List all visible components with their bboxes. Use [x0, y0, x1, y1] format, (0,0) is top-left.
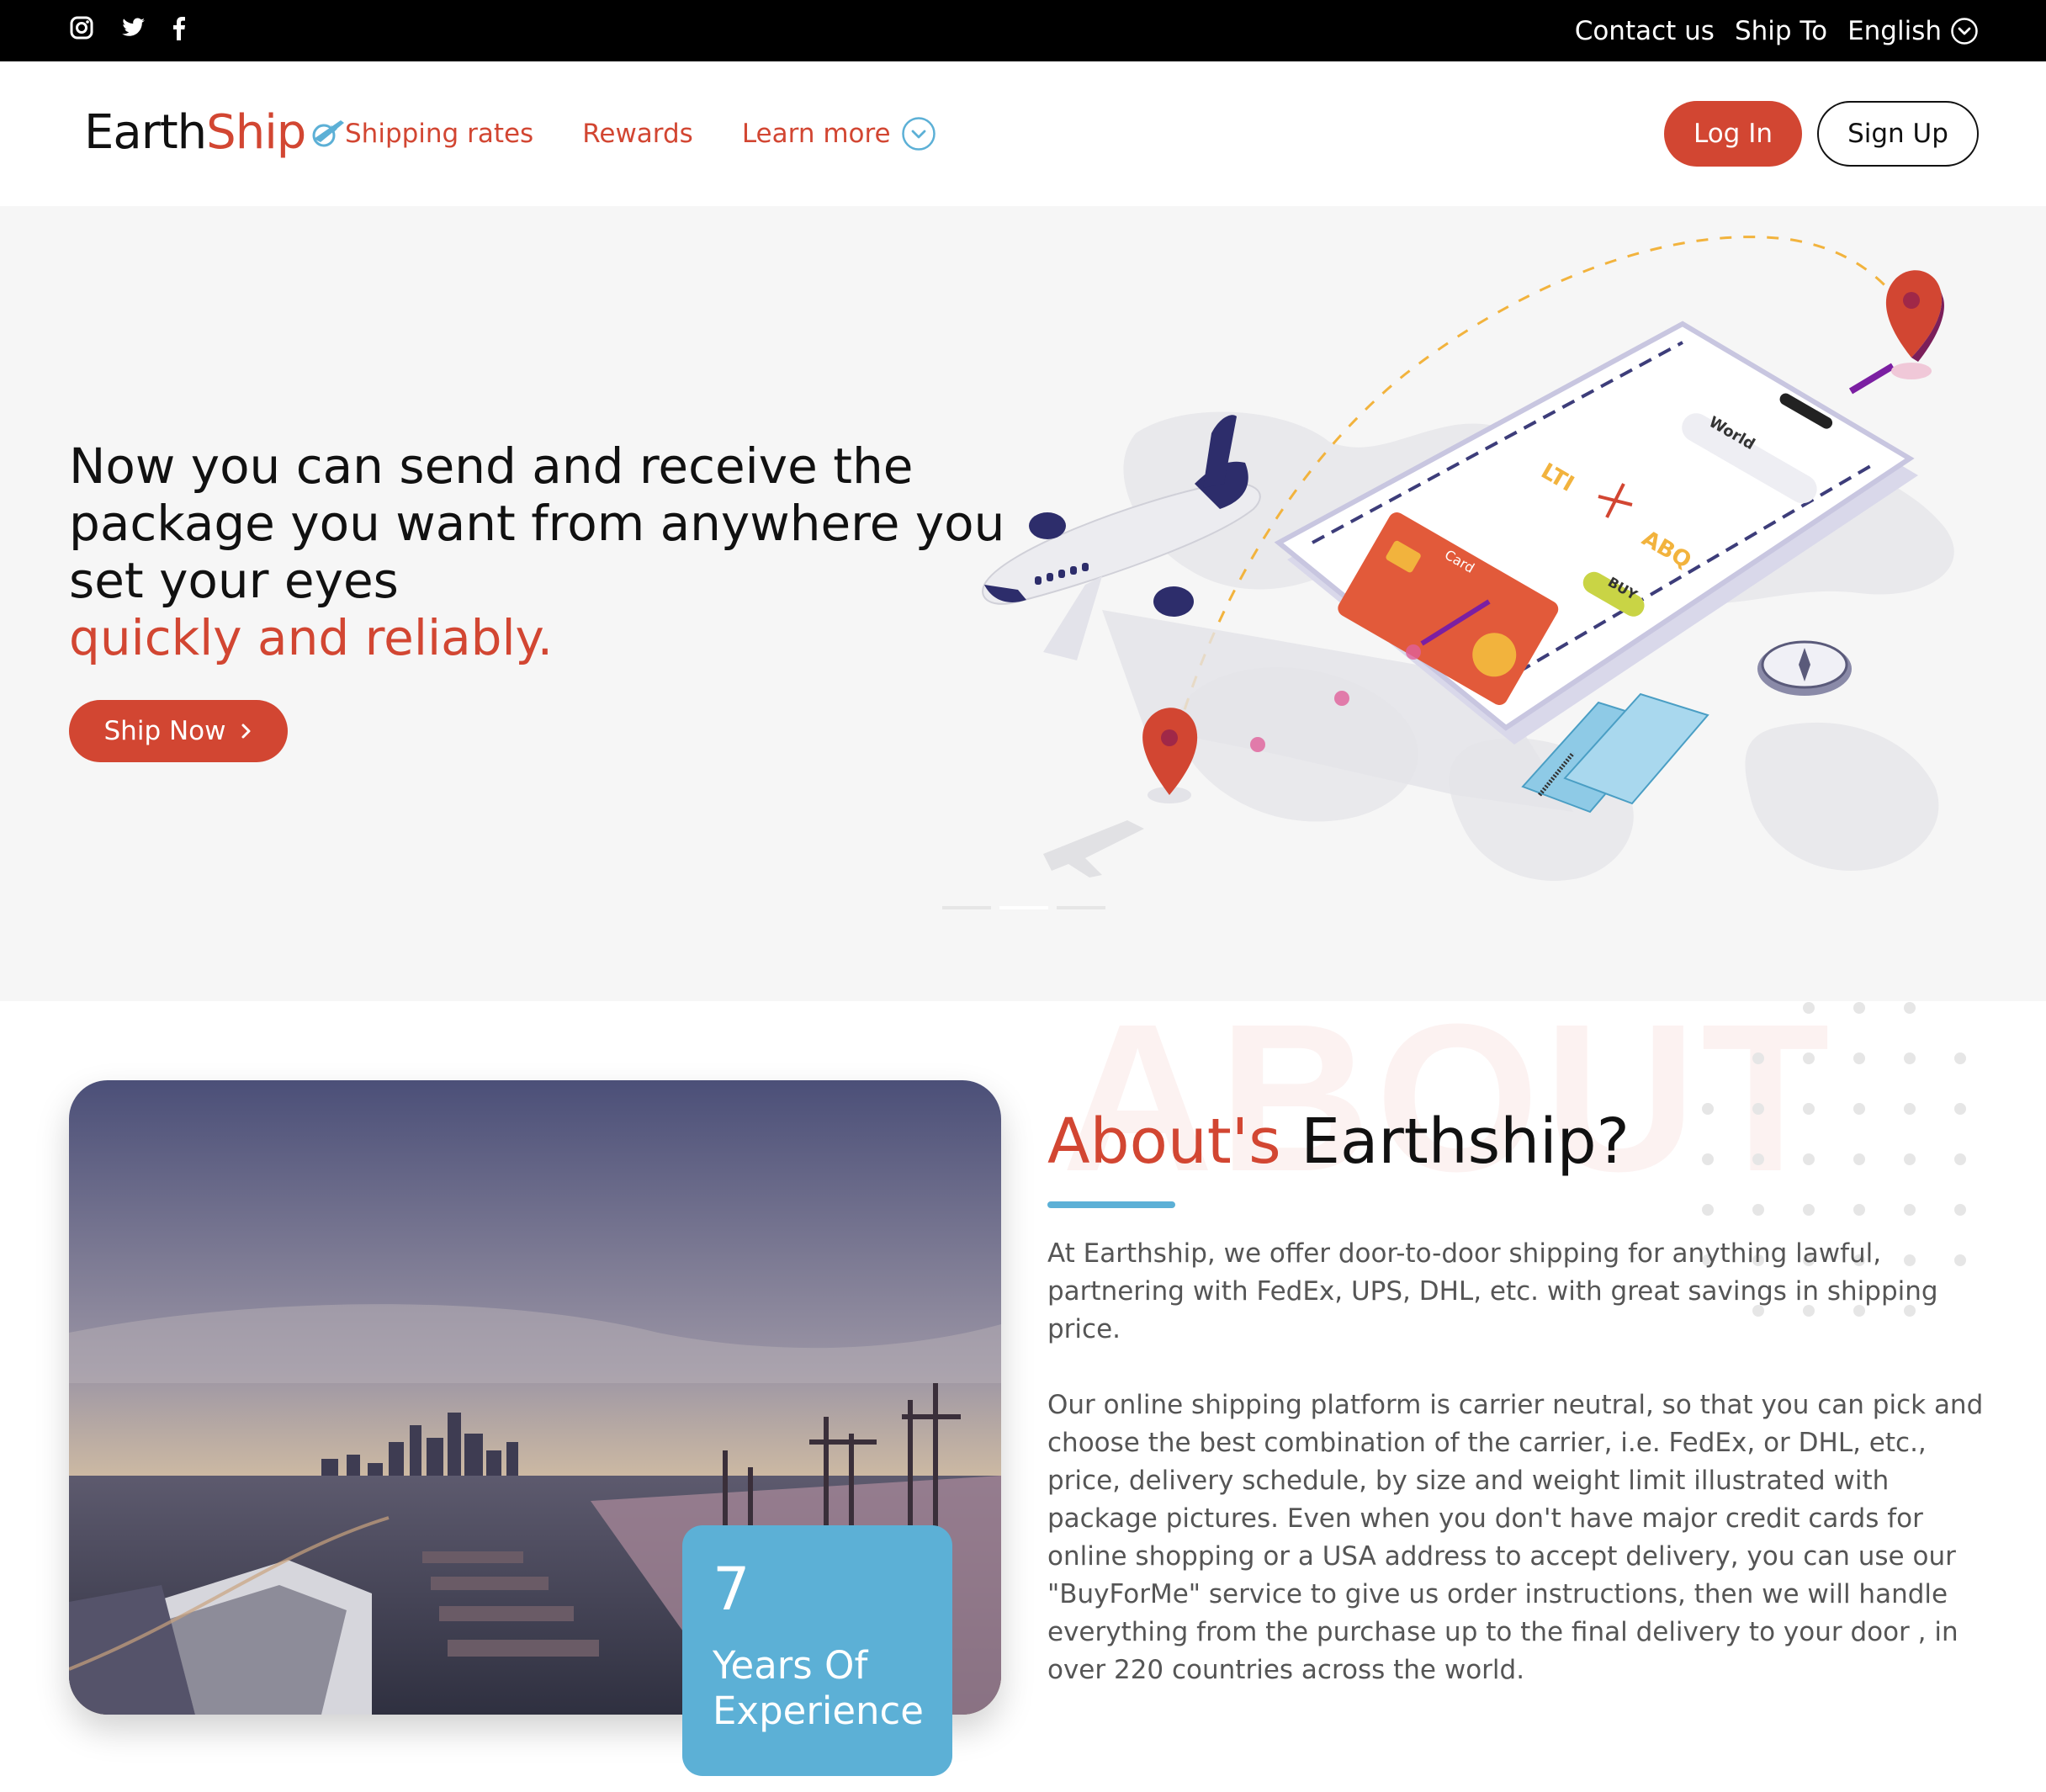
twitter-icon[interactable]	[119, 15, 148, 44]
airplane-logo-icon	[312, 119, 345, 146]
chevron-down-icon	[901, 117, 936, 151]
logo-text-ship: Ship	[206, 105, 306, 160]
carousel-indicator	[942, 906, 1105, 909]
carousel-dot[interactable]	[942, 906, 991, 909]
ship-now-label: Ship Now	[103, 716, 226, 746]
location-pin-icon	[1142, 708, 1198, 803]
carousel-dot-active[interactable]	[999, 906, 1048, 909]
compass-icon	[1757, 640, 1852, 696]
experience-badge: 7 Years Of Experience	[682, 1525, 952, 1776]
language-selector[interactable]: English	[1847, 16, 1979, 46]
carousel-dot[interactable]	[1057, 906, 1105, 909]
location-pin-icon	[1885, 270, 1944, 379]
about-heading-accent: About's	[1047, 1105, 1281, 1178]
chevron-right-icon	[241, 724, 251, 739]
heading-underline	[1047, 1201, 1175, 1208]
hero-accent-text: quickly and reliably.	[69, 609, 554, 666]
nav-learn-more-label: Learn more	[741, 119, 891, 149]
primary-nav: Shipping rates Rewards Learn more	[345, 61, 936, 206]
ship-to-link[interactable]: Ship To	[1735, 16, 1827, 46]
experience-label: Years Of Experience	[713, 1643, 924, 1733]
top-bar: Contact us Ship To English	[0, 0, 2046, 61]
contact-us-link[interactable]: Contact us	[1575, 16, 1715, 46]
language-label: English	[1847, 15, 1942, 46]
ship-now-button[interactable]: Ship Now	[69, 700, 288, 762]
about-description: At Earthship, we offer door-to-door ship…	[1047, 1235, 1990, 1727]
hero-section: Now you can send and receive the package…	[0, 206, 2046, 1001]
about-paragraph-2: Our online shipping platform is carrier …	[1047, 1390, 1984, 1685]
experience-number: 7	[713, 1555, 750, 1624]
earthship-logo[interactable]: Earth Ship	[84, 105, 346, 160]
about-heading: About's Earthship?	[1047, 1111, 1630, 1173]
nav-rewards[interactable]: Rewards	[582, 119, 693, 149]
nav-learn-more[interactable]: Learn more	[742, 116, 936, 151]
login-button[interactable]: Log In	[1664, 101, 1802, 167]
logo-text-earth: Earth	[84, 105, 207, 160]
instagram-icon[interactable]	[69, 15, 98, 44]
hero-illustration: World LTI ABQ BUY Card	[982, 236, 1954, 881]
nav-shipping-rates[interactable]: Shipping rates	[345, 119, 533, 149]
top-links: Contact us Ship To English	[1575, 0, 1979, 61]
about-paragraph-1: At Earthship, we offer door-to-door ship…	[1047, 1238, 1938, 1344]
signup-button[interactable]: Sign Up	[1817, 101, 1979, 167]
social-links	[69, 15, 199, 44]
main-navbar: Earth Ship Shipping rates Rewards Learn m…	[0, 61, 2046, 206]
facebook-icon[interactable]	[170, 15, 199, 44]
hero-headline: Now you can send and receive the package…	[69, 437, 1028, 666]
chevron-down-icon	[1951, 17, 1978, 45]
about-heading-rest: Earthship?	[1301, 1105, 1630, 1178]
hero-title-text: Now you can send and receive the package…	[69, 437, 1005, 609]
